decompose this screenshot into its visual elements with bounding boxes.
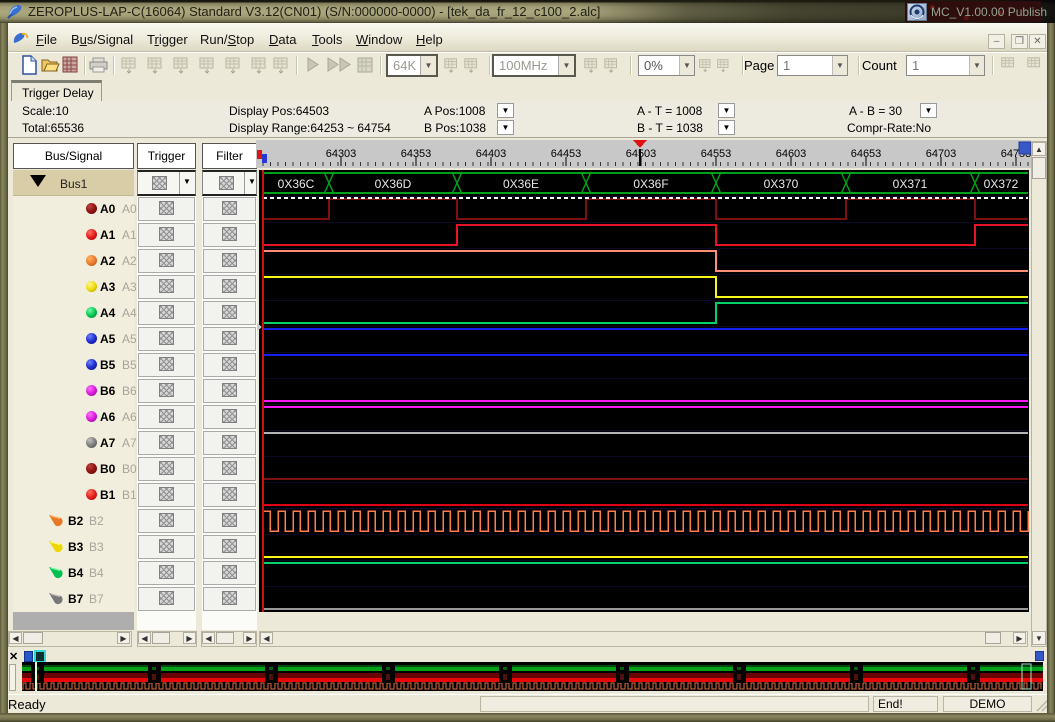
svg-text:0X36D: 0X36D <box>375 177 412 191</box>
svg-text:0X372: 0X372 <box>984 177 1019 191</box>
svg-text:0X36E: 0X36E <box>503 177 539 191</box>
svg-text:0X36C: 0X36C <box>278 177 315 191</box>
svg-text:0X370: 0X370 <box>764 177 799 191</box>
svg-text:0X36F: 0X36F <box>633 177 668 191</box>
svg-text:0X371: 0X371 <box>893 177 928 191</box>
